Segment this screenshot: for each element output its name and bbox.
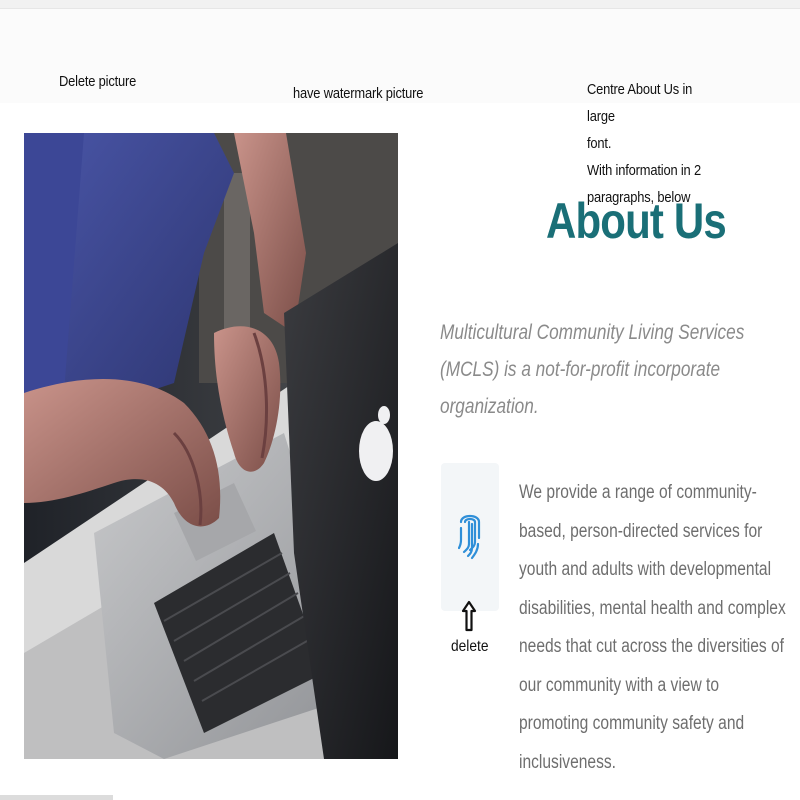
top-band xyxy=(0,0,800,9)
annotation-line: Centre About Us in large xyxy=(587,81,693,125)
laptop-photo xyxy=(24,133,398,759)
arrow-up-icon xyxy=(461,600,477,637)
annotation-centre-about-us: Centre About Us in large font. With info… xyxy=(587,76,716,211)
annotation-line: With information in 2 xyxy=(587,162,701,179)
annotation-delete-picture: Delete picture xyxy=(59,73,137,90)
arrow-up-icon-svg xyxy=(461,600,477,632)
annotation-line: font. xyxy=(587,135,612,152)
scrollbar-track[interactable] xyxy=(0,795,113,800)
about-us-title: About Us xyxy=(546,193,727,249)
fingerprint-icon-svg xyxy=(457,514,481,560)
annotation-watermark-picture: have watermark picture xyxy=(293,85,424,102)
annotation-delete: delete xyxy=(451,638,489,655)
fingerprint-icon xyxy=(457,508,482,569)
about-lead-paragraph: Multicultural Community Living Services … xyxy=(440,321,745,418)
about-body-paragraph: We provide a range of community-based, p… xyxy=(519,482,786,773)
laptop-photo-illustration xyxy=(24,133,398,759)
